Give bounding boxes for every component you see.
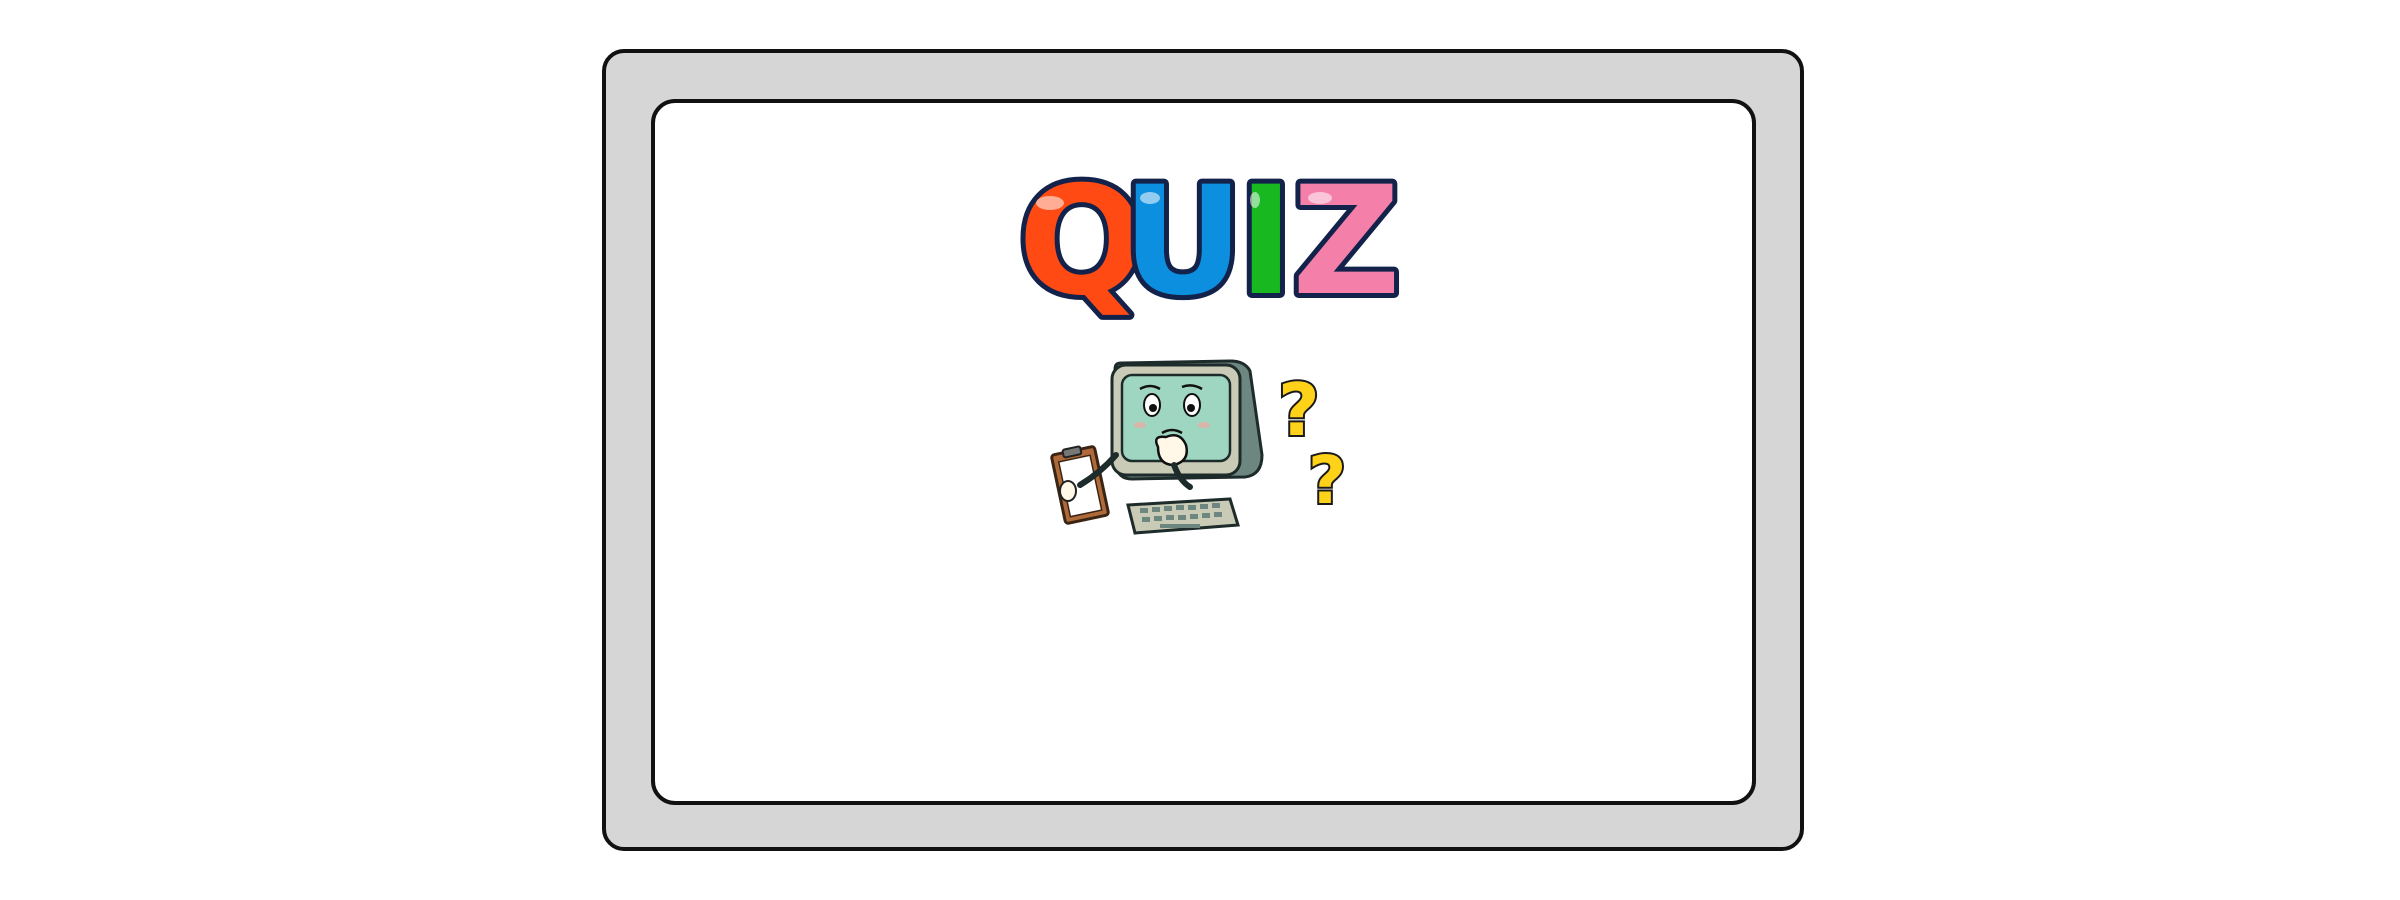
title-letter-z: Z: [1292, 158, 1401, 328]
question-mark-icon: ?: [1276, 366, 1322, 454]
computer-mascot-icon: [1077, 359, 1264, 490]
question-mark-icon: ?: [1306, 440, 1348, 521]
quiz-title: Q U I Z: [1010, 158, 1410, 328]
page: Q U I Z ? ?: [0, 0, 2400, 900]
computer-mascot-illustration: ? ?: [1040, 355, 1400, 555]
svg-text:?: ?: [1308, 442, 1346, 519]
svg-text:?: ?: [1278, 368, 1320, 452]
keyboard-icon: [1126, 497, 1240, 535]
title-letter-u: U: [1122, 158, 1244, 328]
title-letter-i: I: [1238, 158, 1294, 328]
